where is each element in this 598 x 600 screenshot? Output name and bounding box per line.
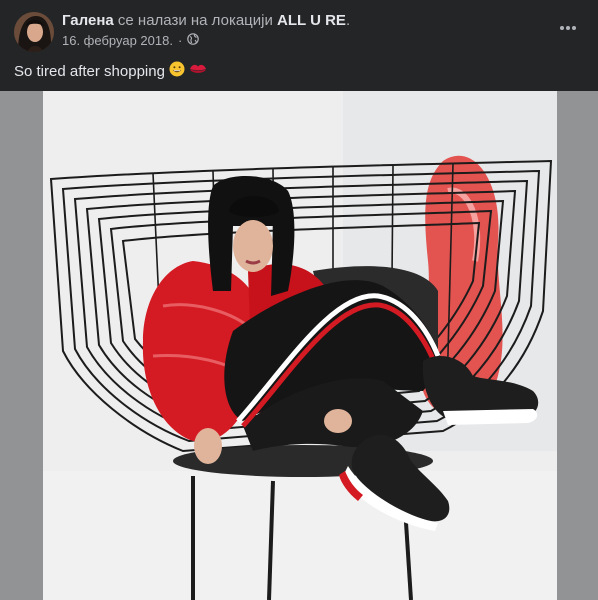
facebook-post: Галена се налази на локацији ALL U RE. 1…: [0, 0, 598, 600]
location-prefix: се налази на локацији: [117, 12, 273, 29]
author-line: Галена се налази на локацији ALL U RE.: [62, 12, 350, 29]
meta-separator: ·: [177, 33, 183, 48]
author-name[interactable]: Галена: [62, 12, 114, 29]
avatar[interactable]: [14, 12, 54, 52]
post-header: Галена се налази на локацији ALL U RE. 1…: [0, 0, 598, 56]
kiss-mark-icon: [189, 61, 207, 81]
globe-icon: [187, 33, 200, 48]
photo-illustration: [43, 91, 557, 600]
caption-text: So tired after shopping: [14, 62, 165, 80]
post-caption: So tired after shopping: [14, 61, 207, 81]
post-photo[interactable]: [43, 91, 557, 600]
post-meta: 16. фебруар 2018. ·: [62, 33, 200, 48]
location-link[interactable]: ALL U RE: [277, 12, 346, 29]
post-date[interactable]: 16. фебруар 2018.: [62, 33, 173, 48]
location-suffix: .: [345, 12, 351, 29]
more-options-button[interactable]: [556, 18, 580, 38]
more-horizontal-icon: [560, 26, 576, 30]
grinning-face-icon: [169, 61, 185, 81]
post-photo-area: [0, 91, 598, 600]
